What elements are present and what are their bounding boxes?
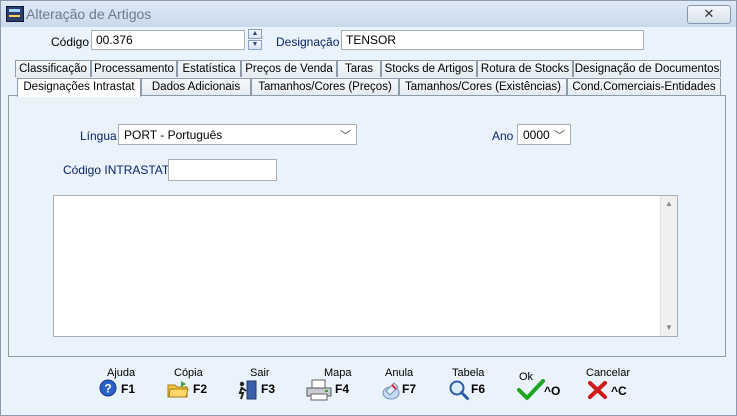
copy-folder-icon [167, 381, 189, 398]
ok-button[interactable]: Ok ^O [517, 365, 561, 405]
tab-classificacao[interactable]: Classificação [15, 60, 91, 77]
intrastat-input[interactable] [168, 159, 277, 181]
ano-label: Ano [492, 129, 514, 143]
map-caption: Mapa [324, 367, 352, 379]
lingua-label: Língua [80, 129, 117, 143]
codigo-spin-up[interactable]: ▲ [248, 29, 262, 39]
tab-designacoes-intrastat[interactable]: Designações Intrastat [17, 78, 141, 97]
title-bar: Alteração de Artigos ✕ [1, 1, 736, 27]
app-window: Alteração de Artigos ✕ Código 00.376 ▲ ▼… [0, 0, 737, 416]
tab-estatistica[interactable]: Estatística [177, 60, 241, 77]
tab-tamanhos-cores-precos[interactable]: Tamanhos/Cores (Preços) [251, 78, 399, 95]
lingua-select[interactable]: PORT - Português ﹀ [118, 124, 357, 145]
designacao-input[interactable]: TENSOR [341, 30, 644, 50]
copy-key: F2 [193, 382, 208, 396]
map-button[interactable]: Mapa F4 [305, 365, 355, 405]
tab-rotura-stocks[interactable]: Rotura de Stocks [477, 60, 573, 77]
copy-caption: Cópia [174, 367, 203, 379]
tab-processamento[interactable]: Processamento [91, 60, 177, 77]
cross-icon [588, 381, 607, 399]
tab-taras[interactable]: Taras [337, 60, 381, 77]
lingua-value: PORT - Português [124, 128, 223, 142]
tab-tamanhos-cores-existencias[interactable]: Tamanhos/Cores (Existências) [399, 78, 567, 95]
svg-text:?: ? [104, 382, 111, 396]
help-button[interactable]: Ajuda ? F1 [99, 365, 145, 405]
cancel-key: ^C [611, 384, 627, 398]
help-icon: ? [99, 379, 117, 397]
magnifier-icon [449, 380, 469, 400]
table-caption: Tabela [452, 367, 485, 379]
exit-button[interactable]: Sair F3 [237, 365, 281, 405]
cancel-entry-caption: Anula [385, 367, 414, 379]
memo-scrollbar[interactable]: ▲ ▼ [660, 196, 677, 336]
codigo-spin-down[interactable]: ▼ [248, 40, 262, 50]
printer-icon [306, 379, 332, 401]
copy-button[interactable]: Cópia F2 [167, 365, 213, 405]
eraser-icon [382, 382, 400, 400]
help-key: F1 [121, 382, 136, 396]
checkmark-icon [517, 379, 545, 400]
scroll-up-icon[interactable]: ▲ [661, 196, 677, 212]
tab-designacao-documentos[interactable]: Designação de Documentos [573, 60, 721, 77]
tab-stocks-artigos[interactable]: Stocks de Artigos [381, 60, 477, 77]
designacao-label: Designação [276, 35, 340, 49]
exit-caption: Sair [250, 367, 270, 379]
exit-door-icon [238, 380, 257, 400]
tab-cond-comerciais-entidades[interactable]: Cond.Comerciais-Entidades [567, 78, 721, 95]
ano-value: 0000 [523, 128, 550, 142]
chevron-down-icon: ﹀ [340, 130, 351, 142]
help-caption: Ajuda [107, 367, 136, 379]
close-button[interactable]: ✕ [687, 5, 731, 24]
map-key: F4 [335, 382, 350, 396]
table-button[interactable]: Tabela F6 [448, 365, 490, 405]
cancel-button[interactable]: Cancelar ^C [586, 365, 633, 405]
cancel-caption: Cancelar [586, 367, 631, 379]
scroll-down-icon[interactable]: ▼ [661, 320, 677, 336]
ok-key: ^O [544, 384, 561, 398]
ano-select[interactable]: 0000 ﹀ [517, 124, 571, 145]
app-logo-icon [6, 6, 24, 22]
window-title: Alteração de Artigos [26, 6, 152, 22]
codigo-input[interactable]: 00.376 [91, 30, 245, 50]
chevron-down-icon: ﹀ [554, 130, 565, 142]
exit-key: F3 [261, 382, 276, 396]
designation-memo[interactable]: ▲ ▼ [53, 195, 678, 337]
cancel-entry-key: F7 [402, 382, 417, 396]
tab-dados-adicionais[interactable]: Dados Adicionais [141, 78, 251, 95]
codigo-label: Código [51, 35, 90, 49]
tab-precos-venda[interactable]: Preços de Venda [241, 60, 337, 77]
intrastat-label: Código INTRASTAT [63, 163, 170, 177]
cancel-entry-button[interactable]: Anula F7 [380, 365, 424, 405]
table-key: F6 [471, 382, 486, 396]
